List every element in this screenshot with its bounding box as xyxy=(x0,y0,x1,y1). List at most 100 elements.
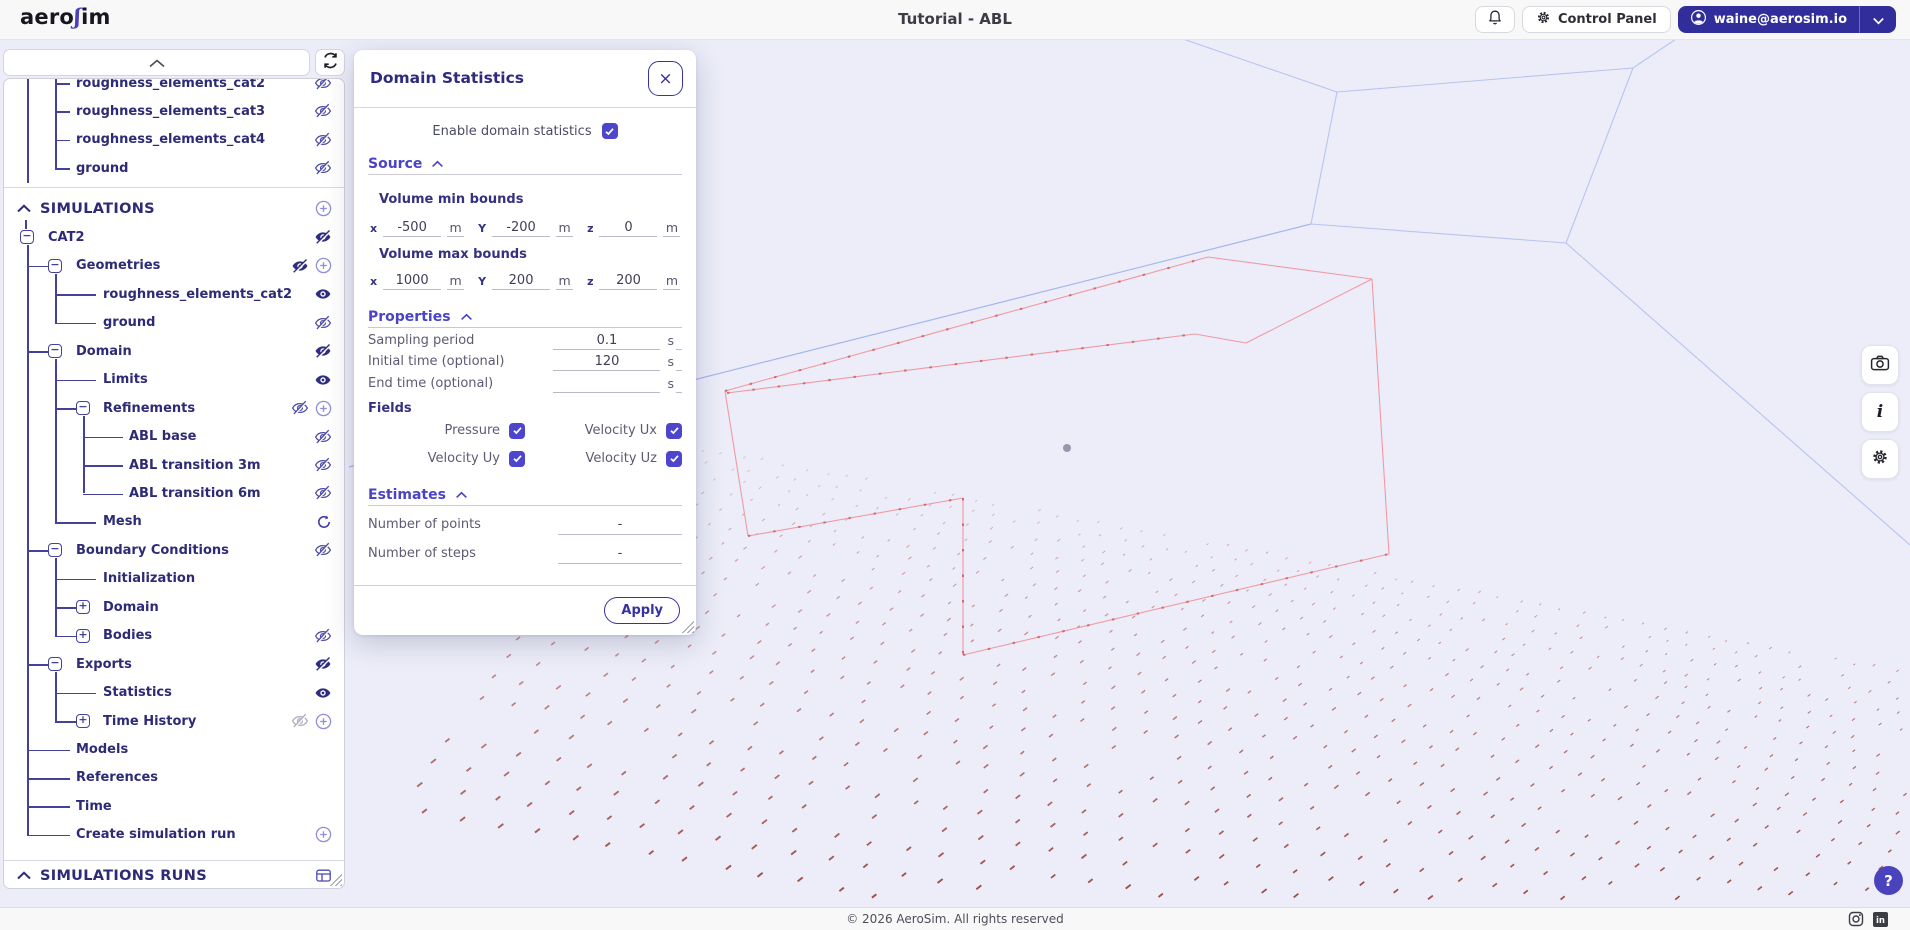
eye-off-icon[interactable] xyxy=(314,456,332,474)
unit-label: s xyxy=(667,332,674,348)
eye-mixed-icon[interactable] xyxy=(314,655,332,673)
bound-y-input[interactable]: 200 xyxy=(492,273,551,290)
tree-connector-stub xyxy=(55,139,70,142)
eye-off-icon[interactable] xyxy=(314,541,332,559)
eye-off-icon[interactable] xyxy=(314,627,332,645)
footer: © 2026 AeroSim. All rights reserved in xyxy=(0,907,1910,930)
refresh-icon[interactable] xyxy=(316,514,332,530)
field-checkbox-velocity-uy[interactable] xyxy=(509,450,525,467)
domain-statistics-dialog: Domain Statistics × Enable domain statis… xyxy=(354,50,696,635)
eye-off-icon[interactable] xyxy=(314,159,332,177)
bound-x-input[interactable]: -500 xyxy=(383,220,442,237)
enable-checkbox[interactable] xyxy=(601,123,618,139)
end-time-optional--input[interactable] xyxy=(553,391,661,393)
info-icon: i xyxy=(1876,402,1884,422)
screenshot-button[interactable] xyxy=(1861,345,1899,385)
volume-max-row: x 1000 mY 200 mz 200 m xyxy=(368,270,682,290)
unit-label: s xyxy=(667,354,674,369)
table-icon[interactable] xyxy=(315,867,332,884)
field-checkbox-pressure[interactable] xyxy=(509,422,525,439)
tree-connector-stub xyxy=(27,806,70,809)
bound-x-input[interactable]: 1000 xyxy=(383,273,442,290)
plus-circle-icon[interactable] xyxy=(315,257,332,274)
user-email-section[interactable]: waine@aerosim.io xyxy=(1678,6,1859,33)
eye-icon[interactable] xyxy=(314,371,332,389)
tree-connector-line xyxy=(55,558,57,636)
control-panel-button[interactable]: Control Panel xyxy=(1521,6,1671,33)
expander-plus-box[interactable]: + xyxy=(76,600,90,615)
enable-label: Enable domain statistics xyxy=(432,123,592,139)
field-checkbox-velocity-ux[interactable] xyxy=(666,422,682,439)
svg-text:in: in xyxy=(1876,916,1885,926)
notifications-button[interactable] xyxy=(1474,6,1515,33)
close-button[interactable]: × xyxy=(648,61,683,96)
eye-mixed-icon[interactable] xyxy=(291,257,309,275)
source-label: Source xyxy=(368,156,423,172)
eye-off-muted-icon[interactable] xyxy=(291,712,309,730)
expander-minus-box[interactable]: − xyxy=(20,230,34,245)
plus-circle-icon[interactable] xyxy=(315,200,332,217)
expander-minus-box[interactable]: − xyxy=(48,543,62,558)
tree-item-cat2[interactable]: CAT2 xyxy=(4,223,344,251)
eye-mixed-icon[interactable] xyxy=(314,228,332,246)
apply-button[interactable]: Apply xyxy=(604,597,680,624)
tree-refresh-button[interactable] xyxy=(315,49,345,76)
dialog-footer: Apply xyxy=(354,585,696,635)
eye-off-icon[interactable] xyxy=(314,484,332,502)
expander-minus-box[interactable]: − xyxy=(48,344,62,359)
expander-plus-box[interactable]: + xyxy=(76,628,90,643)
help-button[interactable]: ? xyxy=(1874,866,1903,895)
field-checkbox-velocity-uz[interactable] xyxy=(666,450,682,467)
bound-y-input[interactable]: -200 xyxy=(492,220,551,237)
field-cell: Velocity Ux xyxy=(525,421,682,441)
plus-circle-icon[interactable] xyxy=(315,826,332,843)
expander-minus-box[interactable]: − xyxy=(48,258,62,273)
user-menu[interactable]: waine@aerosim.io xyxy=(1677,6,1896,33)
eye-mixed-icon[interactable] xyxy=(314,342,332,360)
tree-header-simulations[interactable]: SIMULATIONS xyxy=(4,195,344,223)
bound-z-input[interactable]: 200 xyxy=(599,273,658,290)
topbar-actions: Control Panel waine@aerosim.io xyxy=(1474,6,1896,33)
unit-label: m xyxy=(663,273,681,290)
axis-label: z xyxy=(587,222,594,235)
info-button[interactable]: i xyxy=(1861,392,1899,432)
axis-label: x xyxy=(370,275,378,288)
linkedin-icon[interactable]: in xyxy=(1873,911,1888,927)
sampling-period-input[interactable]: 0.1 xyxy=(553,333,661,350)
axis-label: x xyxy=(370,222,378,235)
eye-off-icon[interactable] xyxy=(314,428,332,446)
tree-header-simulations-runs[interactable]: SIMULATIONS RUNS xyxy=(4,862,344,888)
eye-off-icon[interactable] xyxy=(314,131,332,149)
eye-icon[interactable] xyxy=(314,285,332,303)
bound-z-input[interactable]: 0 xyxy=(599,220,658,237)
expander-plus-box[interactable]: + xyxy=(76,714,90,729)
tree-connector-stub xyxy=(27,778,70,780)
fields-grid: Pressure Velocity Ux Velocity Uy Velocit… xyxy=(368,421,682,469)
initial-time-optional--input[interactable]: 120 xyxy=(553,354,661,371)
section-source[interactable]: Source xyxy=(368,154,682,174)
eye-icon[interactable] xyxy=(314,684,332,702)
plus-circle-icon[interactable] xyxy=(315,400,332,417)
axis-label: z xyxy=(587,275,594,288)
eye-off-icon[interactable] xyxy=(291,399,309,417)
eye-off-icon[interactable] xyxy=(314,79,332,92)
instagram-icon[interactable] xyxy=(1848,911,1864,927)
user-menu-caret[interactable] xyxy=(1860,6,1896,33)
tree-connector-stub xyxy=(27,265,48,268)
gear-icon xyxy=(1536,10,1551,29)
section-divider xyxy=(368,174,682,175)
sidebar-collapse-bar[interactable] xyxy=(3,49,310,76)
expander-minus-box[interactable]: − xyxy=(48,657,62,672)
eye-off-icon[interactable] xyxy=(314,314,332,332)
field-cell: Velocity Uz xyxy=(525,449,682,469)
section-properties[interactable]: Properties xyxy=(368,307,682,327)
plus-circle-icon[interactable] xyxy=(315,713,332,730)
tree-connector-line xyxy=(83,416,85,494)
chevron-up-icon xyxy=(455,487,468,503)
eye-off-icon[interactable] xyxy=(314,102,332,120)
tree-scroll: roughness_elements_cat2 roughness_elemen… xyxy=(4,79,344,888)
user-avatar-icon xyxy=(1690,9,1707,30)
viewport-settings-button[interactable] xyxy=(1861,439,1899,479)
section-estimates[interactable]: Estimates xyxy=(368,485,682,505)
expander-minus-box[interactable]: − xyxy=(76,401,90,416)
